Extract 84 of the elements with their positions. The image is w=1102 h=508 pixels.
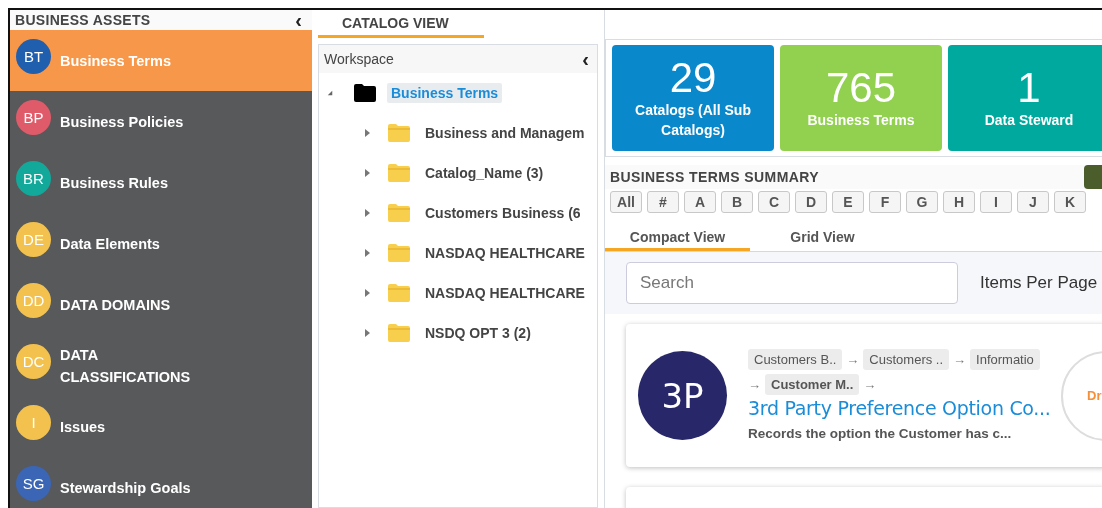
breadcrumb-link[interactable]: Customers .. bbox=[863, 348, 950, 370]
view-tab[interactable]: Grid View bbox=[750, 225, 895, 251]
sidebar-item[interactable]: I Issues bbox=[10, 396, 312, 457]
avatar-icon: BP bbox=[16, 100, 51, 135]
sidebar-item[interactable]: DE Data Elements bbox=[10, 213, 312, 274]
letter-filter-button[interactable]: All bbox=[610, 191, 642, 213]
sidebar-item-label: Business Terms bbox=[60, 51, 172, 71]
items-per-page-label: Items Per Page bbox=[980, 273, 1098, 293]
search-field[interactable]: Search bbox=[626, 262, 958, 304]
tree-item[interactable]: Catalog_Name (3) bbox=[421, 163, 548, 183]
sidebar-item[interactable]: SG Stewardship Goals bbox=[10, 457, 312, 508]
collapse-caret-icon[interactable] bbox=[327, 90, 333, 96]
sidebar-item-label: Stewardship Goals bbox=[60, 478, 192, 498]
expand-caret-icon[interactable] bbox=[363, 329, 371, 337]
tree-item[interactable]: Business and Managem bbox=[421, 123, 589, 143]
folder-icon bbox=[387, 123, 411, 143]
sidebar-item-label: DATA DOMAINS bbox=[60, 295, 172, 315]
letter-filter-button[interactable]: B bbox=[721, 191, 753, 213]
sidebar-title: BUSINESS ASSETS bbox=[15, 12, 151, 28]
letter-filter-button[interactable]: F bbox=[869, 191, 901, 213]
sidebar-item-label: Data Elements bbox=[60, 234, 161, 254]
avatar-icon: I bbox=[16, 405, 51, 440]
folder-icon bbox=[387, 243, 411, 263]
sidebar-item-label: Business Rules bbox=[60, 173, 169, 193]
sidebar-item-label: Business Policies bbox=[60, 112, 185, 132]
breadcrumb-separator: → bbox=[846, 351, 860, 367]
letter-filter-button[interactable]: I bbox=[980, 191, 1012, 213]
collapse-button[interactable]: ‹ bbox=[578, 49, 593, 69]
stat-value: 29 bbox=[669, 56, 717, 100]
sidebar-item[interactable]: DD DATA DOMAINS bbox=[10, 274, 312, 335]
letter-filter-button[interactable]: C bbox=[758, 191, 790, 213]
section-title: BUSINESS TERMS SUMMARY bbox=[610, 169, 819, 185]
stat-value: 765 bbox=[825, 66, 897, 110]
letter-filter-button[interactable]: A bbox=[684, 191, 716, 213]
avatar-icon: 3P bbox=[638, 351, 727, 440]
catalog-view-tab[interactable]: CATALOG VIEW bbox=[318, 10, 484, 38]
stat-label: Catalogs (All Sub Catalogs) bbox=[634, 101, 752, 140]
breadcrumb-separator: → bbox=[863, 376, 877, 392]
sidebar-item[interactable]: BP Business Policies bbox=[10, 91, 312, 152]
breadcrumb-link[interactable]: Informatio bbox=[970, 348, 1040, 370]
folder-icon bbox=[387, 283, 411, 303]
stat-label: Data Steward bbox=[983, 111, 1075, 130]
folder-icon bbox=[387, 163, 411, 183]
sidebar-item[interactable]: BT Business Terms bbox=[10, 30, 312, 91]
collapse-button[interactable]: ‹ bbox=[291, 10, 306, 30]
expand-caret-icon[interactable] bbox=[363, 289, 371, 297]
term-description: Records the option the Customer has c... bbox=[748, 424, 1013, 443]
folder-icon bbox=[387, 203, 411, 223]
sidebar-item[interactable]: BR Business Rules bbox=[10, 152, 312, 213]
tree-item[interactable]: NASDAQ HEALTHCARE bbox=[421, 283, 589, 303]
expand-caret-icon[interactable] bbox=[363, 129, 371, 137]
letter-filter-button[interactable]: G bbox=[906, 191, 938, 213]
tree-item[interactable]: NSDQ OPT 3 (2) bbox=[421, 323, 535, 343]
tree-item[interactable]: NASDAQ HEALTHCARE bbox=[421, 243, 589, 263]
letter-filter-button[interactable]: D bbox=[795, 191, 827, 213]
breadcrumb-separator: → bbox=[748, 376, 761, 392]
letter-filter-button[interactable]: H bbox=[943, 191, 975, 213]
letter-filter-button[interactable]: # bbox=[647, 191, 679, 213]
avatar-icon: DE bbox=[16, 222, 51, 257]
status-label: Dr bbox=[1087, 388, 1102, 403]
breadcrumb-separator: → bbox=[953, 351, 967, 367]
folder-icon bbox=[387, 323, 411, 343]
expand-caret-icon[interactable] bbox=[363, 209, 371, 217]
avatar-icon: SG bbox=[16, 466, 51, 501]
folder-icon bbox=[353, 83, 377, 103]
sidebar-item[interactable]: DC DATA CLASSIFICATIONS bbox=[10, 335, 312, 396]
breadcrumb-link[interactable]: Customers B.. bbox=[748, 348, 843, 370]
sidebar-item-label: Issues bbox=[60, 417, 107, 437]
avatar-icon: DD bbox=[16, 283, 51, 318]
expand-caret-icon[interactable] bbox=[363, 169, 371, 177]
stat-value: 1 bbox=[1017, 66, 1041, 110]
expand-caret-icon[interactable] bbox=[363, 249, 371, 257]
letter-filter-button[interactable]: E bbox=[832, 191, 864, 213]
avatar-icon: BT bbox=[16, 39, 51, 74]
term-title-link[interactable]: 3rd Party Preference Option Co... bbox=[748, 396, 1048, 419]
tree-item[interactable]: Customers Business (6 bbox=[421, 203, 585, 223]
letter-filter-button[interactable]: J bbox=[1017, 191, 1049, 213]
avatar-icon: BR bbox=[16, 161, 51, 196]
letter-filter-button[interactable]: K bbox=[1054, 191, 1086, 213]
sidebar-item-label: DATA CLASSIFICATIONS bbox=[60, 345, 192, 387]
workspace-title: Workspace bbox=[324, 51, 394, 67]
breadcrumb-link[interactable]: Customer M.. bbox=[765, 373, 860, 395]
avatar-icon: DC bbox=[16, 344, 51, 379]
stat-label: Business Terms bbox=[806, 111, 916, 130]
